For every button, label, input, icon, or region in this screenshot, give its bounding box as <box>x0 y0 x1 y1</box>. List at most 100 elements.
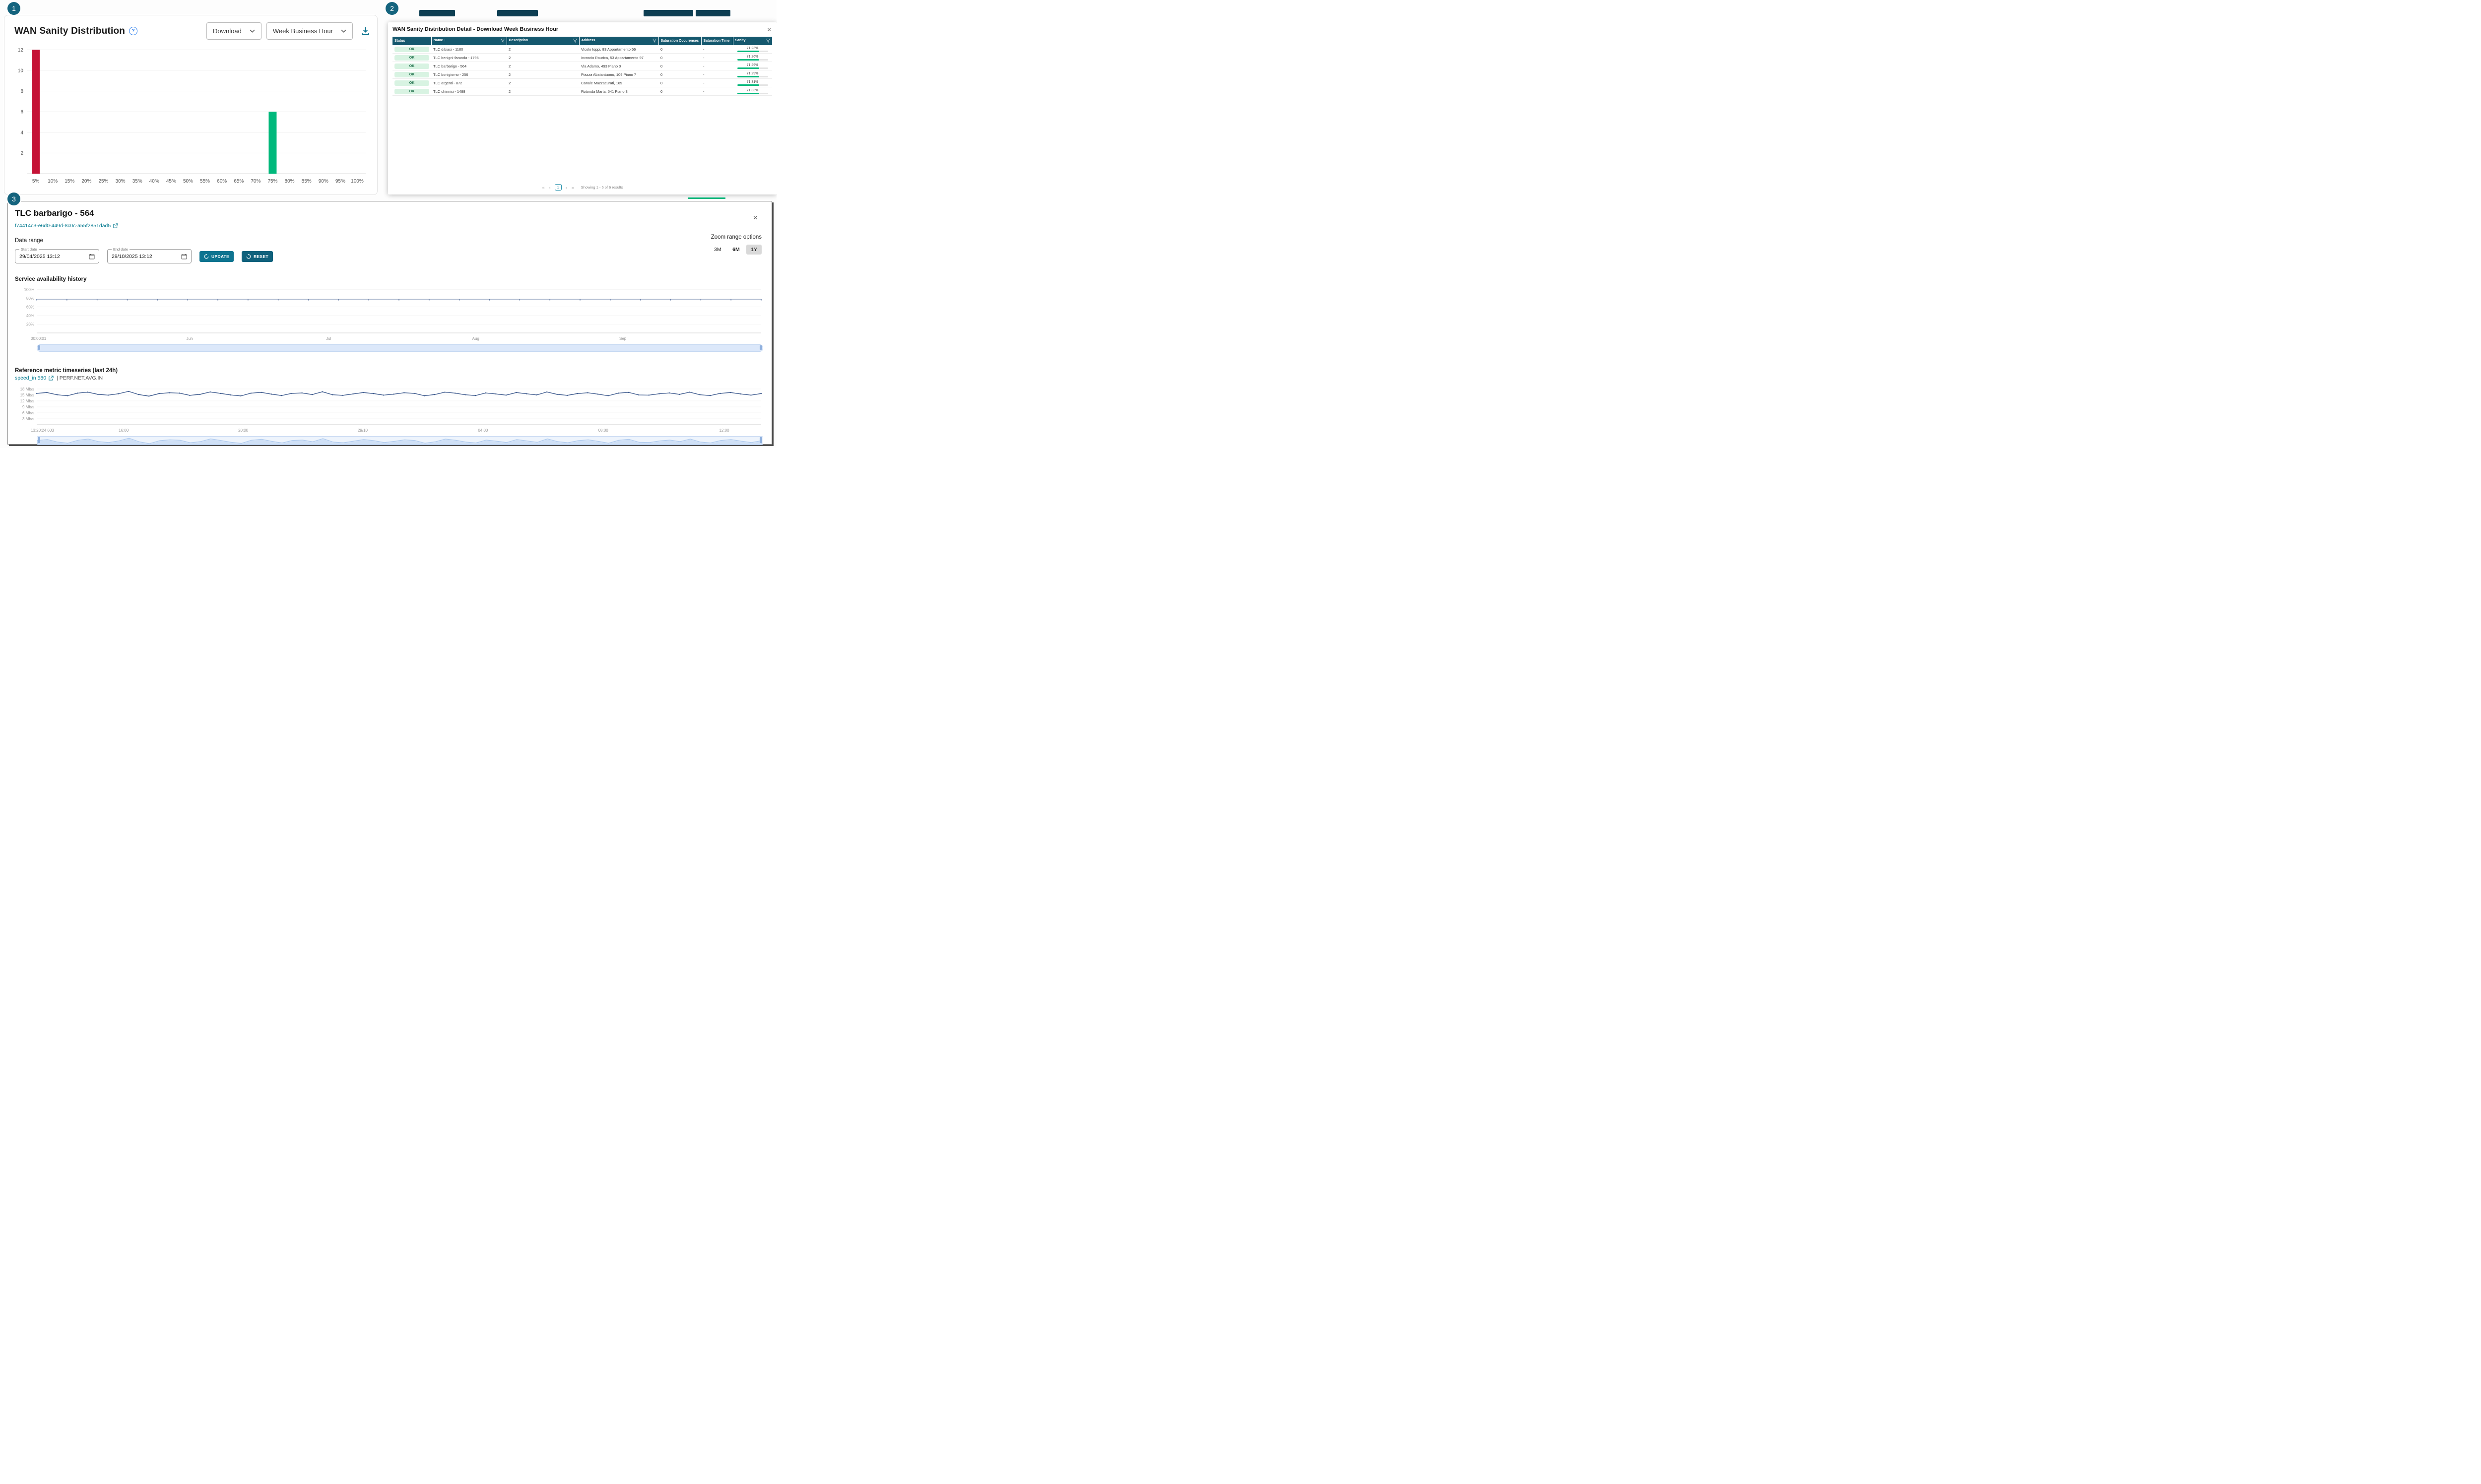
end-date-field[interactable]: End date 29/10/2025 13:12 <box>107 249 192 263</box>
filter-icon[interactable] <box>766 39 770 44</box>
update-button[interactable]: UPDATE <box>199 251 234 262</box>
annotation-badge-2: 2 <box>386 2 398 15</box>
metric-section-title: Reference metric timeseries (last 24h) <box>15 368 765 374</box>
zoom-3m-button[interactable]: 3M <box>710 245 726 255</box>
close-icon[interactable]: × <box>766 26 772 33</box>
zoom-range-options: Zoom range options 3M 6M 1Y <box>710 234 762 255</box>
cell-address: Piazza Abatantuono, 109 Piano 7 <box>579 70 658 79</box>
help-icon[interactable]: ? <box>129 27 137 35</box>
cell-saturation_occurences: 0 <box>658 45 701 54</box>
sort-icon[interactable]: ↑ <box>444 39 446 42</box>
pagination-current-page[interactable]: 1 <box>555 184 562 191</box>
table-row[interactable]: OKTLC argenti - 8722Canale Mazzacurati, … <box>392 79 772 87</box>
column-header-description[interactable]: Description <box>507 37 579 45</box>
filter-icon[interactable] <box>653 39 656 44</box>
svg-text:55%: 55% <box>200 179 210 184</box>
calendar-icon[interactable] <box>89 254 95 259</box>
svg-text:100%: 100% <box>351 179 364 184</box>
svg-text:16:00: 16:00 <box>119 428 129 433</box>
pagination-prev-button[interactable]: ‹ <box>549 185 551 190</box>
availability-brush[interactable] <box>37 344 763 352</box>
svg-text:15%: 15% <box>65 179 74 184</box>
bar-75%[interactable] <box>268 112 276 174</box>
start-date-field[interactable]: Start date 29/04/2025 13:12 <box>15 249 99 263</box>
download-icon <box>361 26 370 36</box>
brush-handle-right[interactable] <box>760 437 762 443</box>
cell-saturation_time: - <box>701 79 733 87</box>
column-header-address[interactable]: Address <box>579 37 658 45</box>
table-row[interactable]: OKTLC bonigiorno - 2562Piazza Abatantuon… <box>392 70 772 79</box>
svg-text:12:00: 12:00 <box>719 428 730 433</box>
cell-address: Via Adamo, 493 Piano 0 <box>579 62 658 70</box>
data-range-label: Data range <box>15 238 765 244</box>
svg-text:04:00: 04:00 <box>478 428 488 433</box>
pagination-last-button[interactable]: » <box>571 185 575 190</box>
svg-text:Jun: Jun <box>187 336 193 341</box>
filter-icon[interactable] <box>501 39 505 44</box>
zoom-6m-button[interactable]: 6M <box>728 245 744 255</box>
device-title: TLC barbarigo - 564 <box>15 208 765 218</box>
table-row[interactable]: OKTLC barbarigo - 5642Via Adamo, 493 Pia… <box>392 62 772 70</box>
end-date-value: 29/10/2025 13:12 <box>112 254 152 259</box>
cell-sanity: 71.29% <box>733 62 772 70</box>
table-row[interactable]: OKTLC benigni-faranda - 17962Incrocio Ro… <box>392 54 772 62</box>
sanity-indicator: 71.33% <box>735 89 770 94</box>
svg-text:90%: 90% <box>319 179 328 184</box>
pagination-first-button[interactable]: « <box>542 185 545 190</box>
cell-status: OK <box>392 62 431 70</box>
device-uuid-text: f74414c3-e6d0-449d-8c0c-a55f2851dad5 <box>15 223 111 229</box>
start-date-label: Start date <box>19 247 39 252</box>
svg-text:65%: 65% <box>234 179 244 184</box>
zoom-1y-button[interactable]: 1Y <box>746 245 762 255</box>
end-date-label: End date <box>112 247 130 252</box>
cell-saturation_occurences: 0 <box>658 62 701 70</box>
cell-status: OK <box>392 45 431 54</box>
table-row[interactable]: OKTLC dibiasi - 11802Vicolo Ioppi, 83 Ap… <box>392 45 772 54</box>
svg-text:Sep: Sep <box>619 336 627 341</box>
background-fragment-sanity-bar <box>688 196 725 200</box>
brush-handle-left[interactable] <box>38 345 40 350</box>
pagination-next-button[interactable]: › <box>565 185 568 190</box>
svg-text:6 Mb/s: 6 Mb/s <box>22 411 34 415</box>
period-dropdown-value: Week Business Hour <box>273 27 333 35</box>
svg-text:25%: 25% <box>98 179 108 184</box>
metric-brush[interactable] <box>37 436 763 445</box>
device-uuid-link[interactable]: f74414c3-e6d0-449d-8c0c-a55f2851dad5 <box>15 223 118 229</box>
svg-text:10%: 10% <box>48 179 58 184</box>
reset-button[interactable]: RESET <box>242 251 273 262</box>
background-fragment <box>419 10 455 16</box>
brush-handle-right[interactable] <box>760 345 762 350</box>
cell-sanity: 71.23% <box>733 45 772 54</box>
svg-text:50%: 50% <box>183 179 193 184</box>
status-badge: OK <box>394 47 429 52</box>
sanity-bar-fill <box>737 76 759 77</box>
export-download-button[interactable] <box>360 25 371 37</box>
svg-text:80%: 80% <box>26 296 34 301</box>
availability-section-title: Service availability history <box>15 276 765 282</box>
card-header: WAN Sanity Distribution ? Download Week … <box>10 22 372 40</box>
badge-number: 3 <box>12 195 16 203</box>
cell-address: Incrocio Rourica, 53 Appartamento 97 <box>579 54 658 62</box>
column-header-name[interactable]: Name↑ <box>431 37 507 45</box>
svg-text:10: 10 <box>18 68 24 73</box>
brush-handle-left[interactable] <box>38 437 40 443</box>
column-header-sanity[interactable]: Sanity <box>733 37 772 45</box>
cell-saturation_occurences: 0 <box>658 70 701 79</box>
cell-description: 2 <box>507 79 579 87</box>
sanity-bar-fill <box>737 59 759 61</box>
period-dropdown[interactable]: Week Business Hour <box>266 22 353 40</box>
sanity-bar-fill <box>737 51 759 52</box>
table-row[interactable]: OKTLC chinnici - 14882Rotonda Marta, 541… <box>392 87 772 96</box>
download-dropdown[interactable]: Download <box>206 22 261 40</box>
sanity-bar-track <box>737 84 768 86</box>
cell-saturation_time: - <box>701 62 733 70</box>
cell-sanity: 71.26% <box>733 54 772 62</box>
svg-text:60%: 60% <box>26 305 34 309</box>
filter-icon[interactable] <box>573 39 577 44</box>
metric-link[interactable]: speed_in 580 <box>15 375 54 381</box>
close-icon[interactable]: × <box>750 213 761 223</box>
cell-saturation_time: - <box>701 70 733 79</box>
bar-5%[interactable] <box>32 50 40 174</box>
calendar-icon[interactable] <box>181 254 187 259</box>
sanity-indicator: 71.31% <box>735 80 770 86</box>
